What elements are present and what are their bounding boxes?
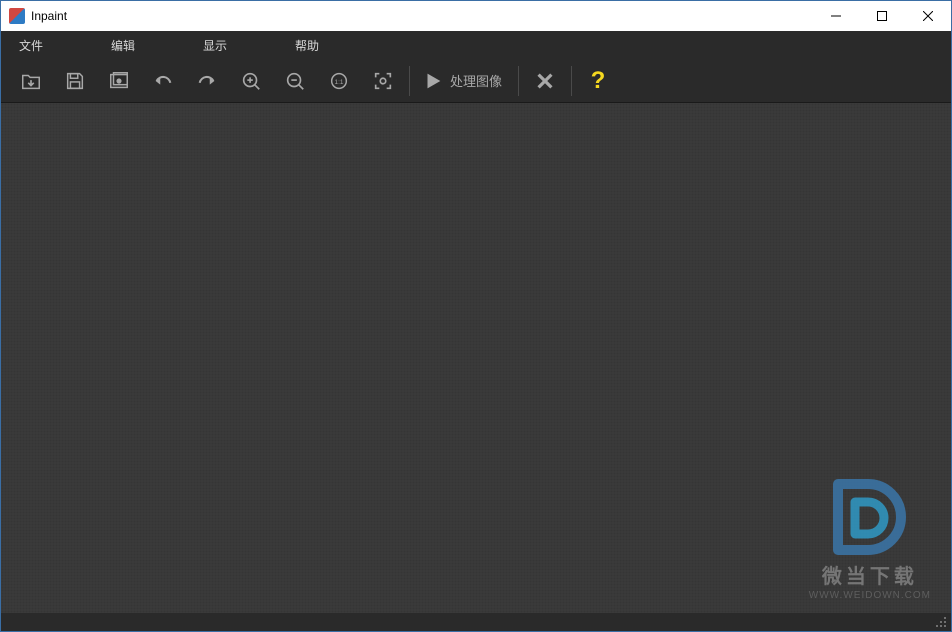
menu-edit[interactable]: 编辑: [97, 31, 149, 59]
menubar: 文件 编辑 显示 帮助: [1, 31, 951, 59]
process-image-button[interactable]: 处理图像: [414, 62, 514, 100]
toolbar: 1:1 处理图像 ?: [1, 59, 951, 103]
cancel-button[interactable]: [523, 62, 567, 100]
watermark-text: 微当下载: [822, 560, 918, 589]
svg-text:1:1: 1:1: [335, 78, 344, 85]
app-icon: [9, 8, 25, 24]
statusbar: [1, 613, 951, 631]
window-title: Inpaint: [31, 9, 813, 23]
zoom-out-button[interactable]: [273, 62, 317, 100]
play-icon: [422, 70, 444, 92]
save-button[interactable]: [53, 62, 97, 100]
close-button[interactable]: [905, 1, 951, 31]
help-icon: ?: [591, 67, 606, 95]
watermark-url: WWW.WEIDOWN.COM: [809, 590, 931, 601]
toolbar-separator: [409, 66, 410, 96]
titlebar: Inpaint: [1, 1, 951, 31]
window-controls: [813, 1, 951, 31]
zoom-fit-button[interactable]: [361, 62, 405, 100]
preview-button[interactable]: [97, 62, 141, 100]
process-label: 处理图像: [450, 71, 502, 90]
help-button[interactable]: ?: [576, 62, 620, 100]
open-button[interactable]: [9, 62, 53, 100]
resize-grip[interactable]: [935, 616, 947, 628]
minimize-button[interactable]: [813, 1, 859, 31]
menu-file[interactable]: 文件: [5, 31, 57, 59]
zoom-in-button[interactable]: [229, 62, 273, 100]
canvas-area: 微当下载 WWW.WEIDOWN.COM: [1, 103, 951, 613]
menu-help[interactable]: 帮助: [281, 31, 333, 59]
watermark: 微当下载 WWW.WEIDOWN.COM: [809, 472, 931, 601]
menu-view[interactable]: 显示: [189, 31, 241, 59]
watermark-logo-icon: [820, 472, 920, 562]
toolbar-separator: [571, 66, 572, 96]
toolbar-separator: [518, 66, 519, 96]
maximize-button[interactable]: [859, 1, 905, 31]
zoom-actual-button[interactable]: 1:1: [317, 62, 361, 100]
redo-button[interactable]: [185, 62, 229, 100]
undo-button[interactable]: [141, 62, 185, 100]
